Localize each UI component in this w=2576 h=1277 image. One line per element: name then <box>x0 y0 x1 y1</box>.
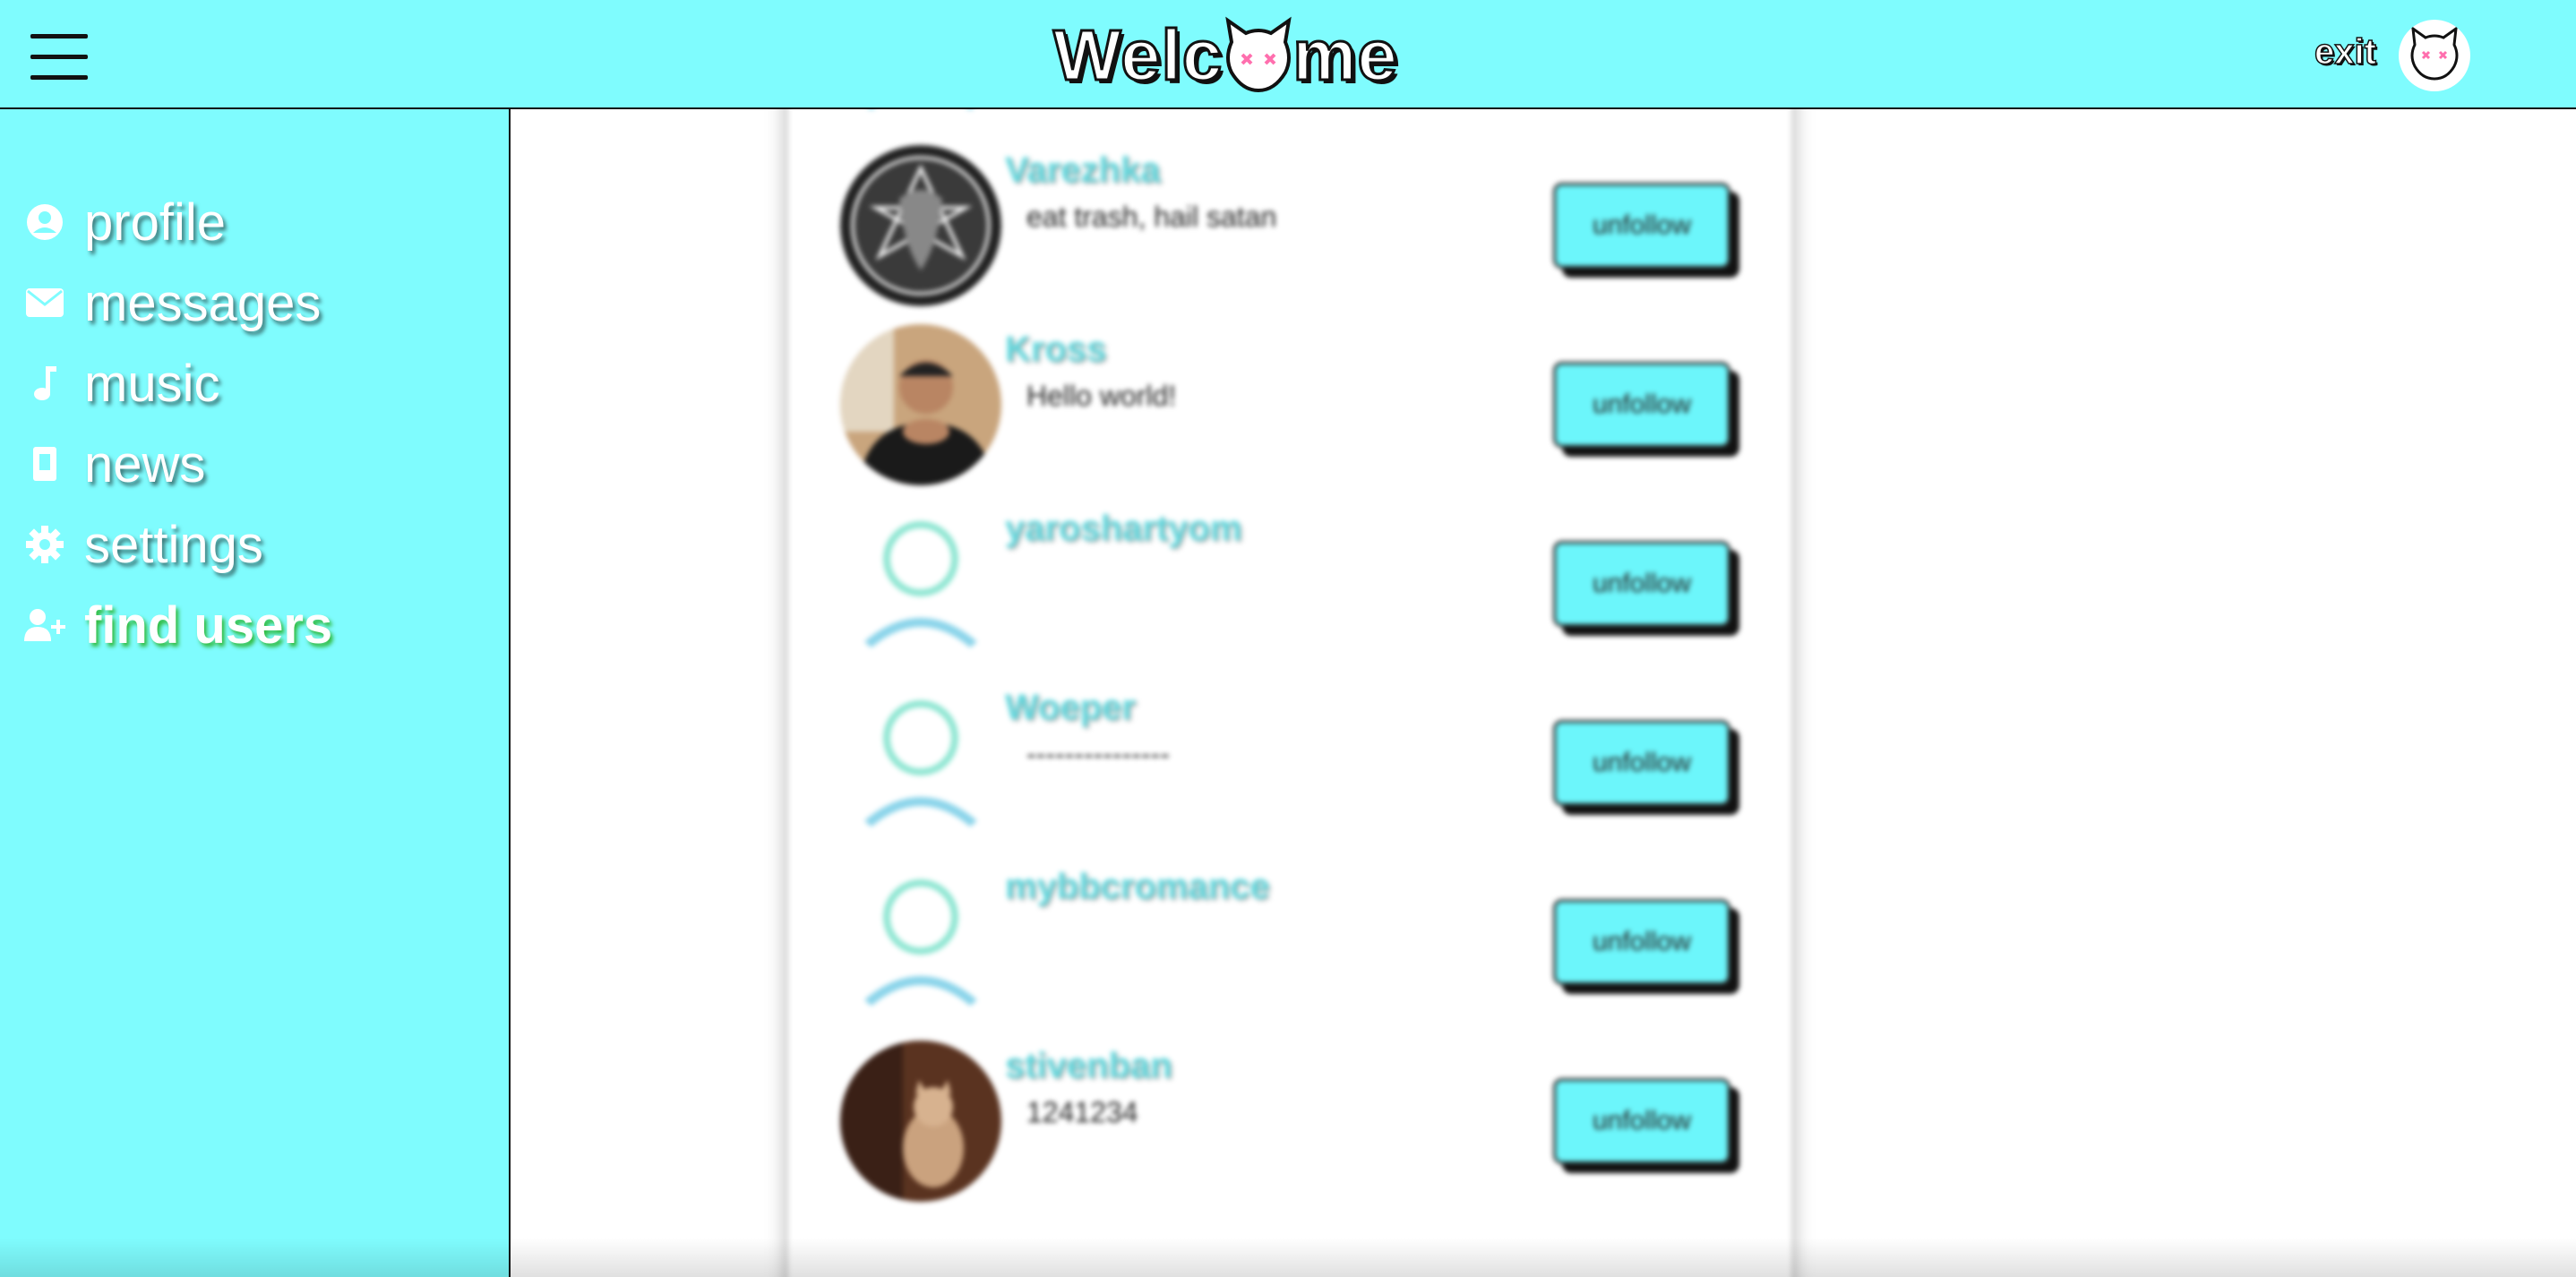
user-status: --------------- <box>1026 738 1170 770</box>
music-note-icon <box>21 360 68 407</box>
default-avatar[interactable] <box>840 503 1001 664</box>
user-circle-icon <box>21 199 68 245</box>
list-item: stivenban 1241234 unfollow <box>788 1041 1791 1220</box>
unfollow-button[interactable]: unfollow <box>1553 183 1730 269</box>
sidebar-item-music[interactable]: music <box>21 347 219 419</box>
user-avatar[interactable] <box>840 145 1001 306</box>
exit-button[interactable]: exit <box>2314 31 2376 73</box>
unfollow-button[interactable]: unfollow <box>1553 541 1730 627</box>
list-item: unfollow <box>788 109 1791 145</box>
users-list: unfollow Varezhka eat trash, hail satan … <box>788 109 1791 1277</box>
app-header: Welc me exit <box>0 0 2576 109</box>
username-link[interactable]: stivenban <box>1005 1046 1172 1086</box>
logo-text-right: me <box>1292 14 1399 97</box>
sidebar: profile messages music news settings fin… <box>0 109 511 1277</box>
sidebar-item-find-users[interactable]: find users <box>21 589 332 661</box>
sidebar-item-label: settings <box>84 515 263 574</box>
unfollow-button[interactable]: unfollow <box>1553 362 1730 448</box>
user-avatar[interactable] <box>840 1041 1001 1202</box>
username-link[interactable]: yaroshartyom <box>1005 509 1242 549</box>
unfollow-button[interactable]: unfollow <box>1553 899 1730 985</box>
default-avatar[interactable] <box>840 682 1001 844</box>
sidebar-item-label: news <box>84 434 206 493</box>
list-item: Woeper --------------- unfollow <box>788 682 1791 861</box>
user-avatar[interactable] <box>840 324 1001 485</box>
user-status: Hello world! <box>1026 380 1177 412</box>
add-user-icon <box>21 602 68 648</box>
username-link[interactable]: Varezhka <box>1005 150 1160 191</box>
hamburger-menu-icon[interactable] <box>30 34 88 81</box>
list-item: yaroshartyom unfollow <box>788 503 1791 682</box>
username-link[interactable]: mybbcromance <box>1005 867 1270 907</box>
sidebar-item-label: find users <box>84 596 333 655</box>
user-status: eat trash, hail satan <box>1026 201 1277 233</box>
newspaper-icon <box>21 441 68 487</box>
default-avatar <box>840 109 1001 127</box>
sidebar-item-news[interactable]: news <box>21 428 205 500</box>
list-item: mybbcromance unfollow <box>788 861 1791 1041</box>
sidebar-item-label: messages <box>84 273 322 332</box>
sidebar-item-settings[interactable]: settings <box>21 509 263 580</box>
logo-text-left: Welc <box>1052 14 1224 97</box>
sidebar-item-label: music <box>84 354 220 413</box>
cat-face-icon <box>1225 16 1292 93</box>
envelope-icon <box>21 279 68 326</box>
gear-icon <box>21 521 68 568</box>
unfollow-button[interactable]: unfollow <box>1553 720 1730 806</box>
user-status: 1241234 <box>1026 1096 1138 1128</box>
sidebar-item-messages[interactable]: messages <box>21 267 321 339</box>
username-link[interactable]: Woeper <box>1005 688 1136 728</box>
sidebar-item-label: profile <box>84 193 226 252</box>
main-content: unfollow Varezhka eat trash, hail satan … <box>512 109 2576 1277</box>
list-item: Varezhka eat trash, hail satan unfollow <box>788 145 1791 324</box>
sidebar-item-profile[interactable]: profile <box>21 186 226 258</box>
site-logo[interactable]: Welc me <box>1052 13 1399 99</box>
cat-face-icon <box>2410 25 2459 81</box>
username-link[interactable]: Kross <box>1005 330 1106 370</box>
bottom-shadow <box>0 1238 2576 1277</box>
default-avatar[interactable] <box>840 861 1001 1023</box>
unfollow-button[interactable]: unfollow <box>1553 1078 1730 1164</box>
list-item: Kross Hello world! unfollow <box>788 324 1791 503</box>
current-user-avatar[interactable] <box>2399 20 2470 91</box>
